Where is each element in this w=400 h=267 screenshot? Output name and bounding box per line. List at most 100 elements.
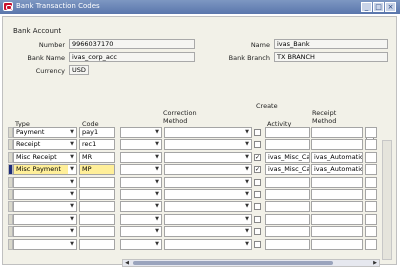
correction-dropdown[interactable]: ▼: [120, 213, 162, 225]
correction-method-select[interactable]: ▼: [164, 201, 252, 213]
correction-dropdown[interactable]: ▼: [120, 226, 162, 238]
activity-field[interactable]: [265, 238, 310, 250]
chevron-down-icon[interactable]: ▼: [68, 152, 76, 162]
chevron-down-icon[interactable]: ▼: [153, 239, 161, 249]
activity-field[interactable]: [265, 189, 310, 200]
activity-field[interactable]: [265, 139, 310, 151]
scroll-right-icon[interactable]: ▶: [371, 260, 379, 266]
code-field[interactable]: [79, 189, 115, 200]
correction-method-select[interactable]: ▼: [164, 238, 252, 250]
correction-method-select[interactable]: ▼: [164, 151, 252, 163]
extra-field[interactable]: [365, 201, 377, 213]
correction-dropdown[interactable]: ▼: [120, 176, 162, 188]
chevron-down-icon[interactable]: ▼: [153, 128, 161, 137]
receipt-method-field[interactable]: [311, 201, 363, 213]
correction-method-select[interactable]: ▼: [164, 176, 252, 188]
extra-field[interactable]: [365, 226, 377, 238]
chevron-down-icon[interactable]: ▼: [153, 227, 161, 237]
chevron-down-icon[interactable]: ▼: [243, 177, 251, 187]
correction-method-select[interactable]: ▼: [164, 226, 252, 238]
maximize-button[interactable]: □: [373, 2, 384, 12]
chevron-down-icon[interactable]: ▼: [243, 227, 251, 237]
chevron-down-icon[interactable]: ▼: [68, 190, 76, 199]
chevron-down-icon[interactable]: ▼: [243, 190, 251, 199]
type-select[interactable]: ▼: [13, 213, 77, 225]
correction-dropdown[interactable]: ▼: [120, 201, 162, 213]
code-field[interactable]: [79, 226, 115, 238]
chevron-down-icon[interactable]: ▼: [153, 202, 161, 212]
correction-method-select[interactable]: ▼: [164, 139, 252, 151]
chevron-down-icon[interactable]: ▼: [243, 152, 251, 162]
create-checkbox[interactable]: [254, 191, 261, 198]
activity-field[interactable]: [265, 127, 310, 138]
create-checkbox[interactable]: [254, 178, 261, 186]
activity-field[interactable]: [265, 213, 310, 225]
chevron-down-icon[interactable]: ▼: [243, 140, 251, 150]
chevron-down-icon[interactable]: ▼: [243, 239, 251, 249]
correction-dropdown[interactable]: ▼: [120, 127, 162, 138]
receipt-method-field[interactable]: [311, 176, 363, 188]
minimize-button[interactable]: _: [361, 2, 372, 12]
vertical-scrollbar[interactable]: [382, 140, 392, 260]
bank-branch-field[interactable]: TX BRANCH: [274, 52, 388, 62]
horizontal-scrollbar[interactable]: ◀ ▶: [122, 259, 380, 267]
code-field[interactable]: [79, 176, 115, 188]
type-select[interactable]: Misc Receipt ▼: [13, 151, 77, 163]
activity-field[interactable]: [265, 226, 310, 238]
correction-dropdown[interactable]: ▼: [120, 139, 162, 151]
correction-dropdown[interactable]: ▼: [120, 164, 162, 176]
chevron-down-icon[interactable]: ▼: [68, 165, 76, 175]
chevron-down-icon[interactable]: ▼: [68, 214, 76, 224]
name-field[interactable]: ivas_Bank: [274, 39, 388, 49]
receipt-method-field[interactable]: ivas_AutomaticR: [311, 164, 363, 176]
bank-name-field[interactable]: ivas_corp_acc: [69, 52, 195, 62]
type-select[interactable]: ▼: [13, 189, 77, 200]
activity-field[interactable]: ivas_Misc_Ca: [265, 164, 310, 176]
chevron-down-icon[interactable]: ▼: [68, 227, 76, 237]
create-checkbox[interactable]: ✓: [254, 166, 261, 174]
chevron-down-icon[interactable]: ▼: [68, 128, 76, 137]
scroll-left-icon[interactable]: ◀: [123, 260, 131, 266]
currency-field[interactable]: USD: [69, 65, 89, 75]
code-field[interactable]: [79, 238, 115, 250]
create-checkbox[interactable]: ✓: [254, 153, 261, 161]
chevron-down-icon[interactable]: ▼: [153, 140, 161, 150]
receipt-method-field[interactable]: [311, 226, 363, 238]
code-field[interactable]: pay1: [79, 127, 115, 138]
extra-field[interactable]: [365, 189, 377, 200]
receipt-method-field[interactable]: [311, 127, 363, 138]
create-checkbox[interactable]: [254, 240, 261, 248]
correction-method-select[interactable]: ▼: [164, 213, 252, 225]
receipt-method-field[interactable]: [311, 189, 363, 200]
correction-dropdown[interactable]: ▼: [120, 238, 162, 250]
code-field[interactable]: MP: [79, 164, 115, 176]
close-button[interactable]: ×: [385, 2, 396, 12]
create-checkbox[interactable]: [254, 129, 261, 136]
chevron-down-icon[interactable]: ▼: [68, 202, 76, 212]
chevron-down-icon[interactable]: ▼: [153, 152, 161, 162]
create-checkbox[interactable]: [254, 215, 261, 223]
type-select[interactable]: Misc Payment ▼: [13, 164, 77, 176]
activity-field[interactable]: [265, 176, 310, 188]
activity-field[interactable]: ivas_Misc_Ca: [265, 151, 310, 163]
create-checkbox[interactable]: [254, 141, 261, 149]
code-field[interactable]: [79, 213, 115, 225]
receipt-method-field[interactable]: [311, 139, 363, 151]
correction-method-select[interactable]: ▼: [164, 189, 252, 200]
correction-dropdown[interactable]: ▼: [120, 151, 162, 163]
create-checkbox[interactable]: [254, 203, 261, 211]
code-field[interactable]: [79, 201, 115, 213]
chevron-down-icon[interactable]: ▼: [153, 214, 161, 224]
extra-field[interactable]: [365, 213, 377, 225]
chevron-down-icon[interactable]: ▼: [68, 239, 76, 249]
number-field[interactable]: 9966037170: [69, 39, 195, 49]
receipt-method-field[interactable]: [311, 213, 363, 225]
extra-field[interactable]: [365, 139, 377, 151]
receipt-method-field[interactable]: [311, 238, 363, 250]
code-field[interactable]: MR: [79, 151, 115, 163]
extra-field[interactable]: [365, 151, 377, 163]
create-checkbox[interactable]: [254, 228, 261, 236]
correction-method-select[interactable]: ▼: [164, 127, 252, 138]
chevron-down-icon[interactable]: ▼: [68, 177, 76, 187]
type-select[interactable]: ▼: [13, 201, 77, 213]
